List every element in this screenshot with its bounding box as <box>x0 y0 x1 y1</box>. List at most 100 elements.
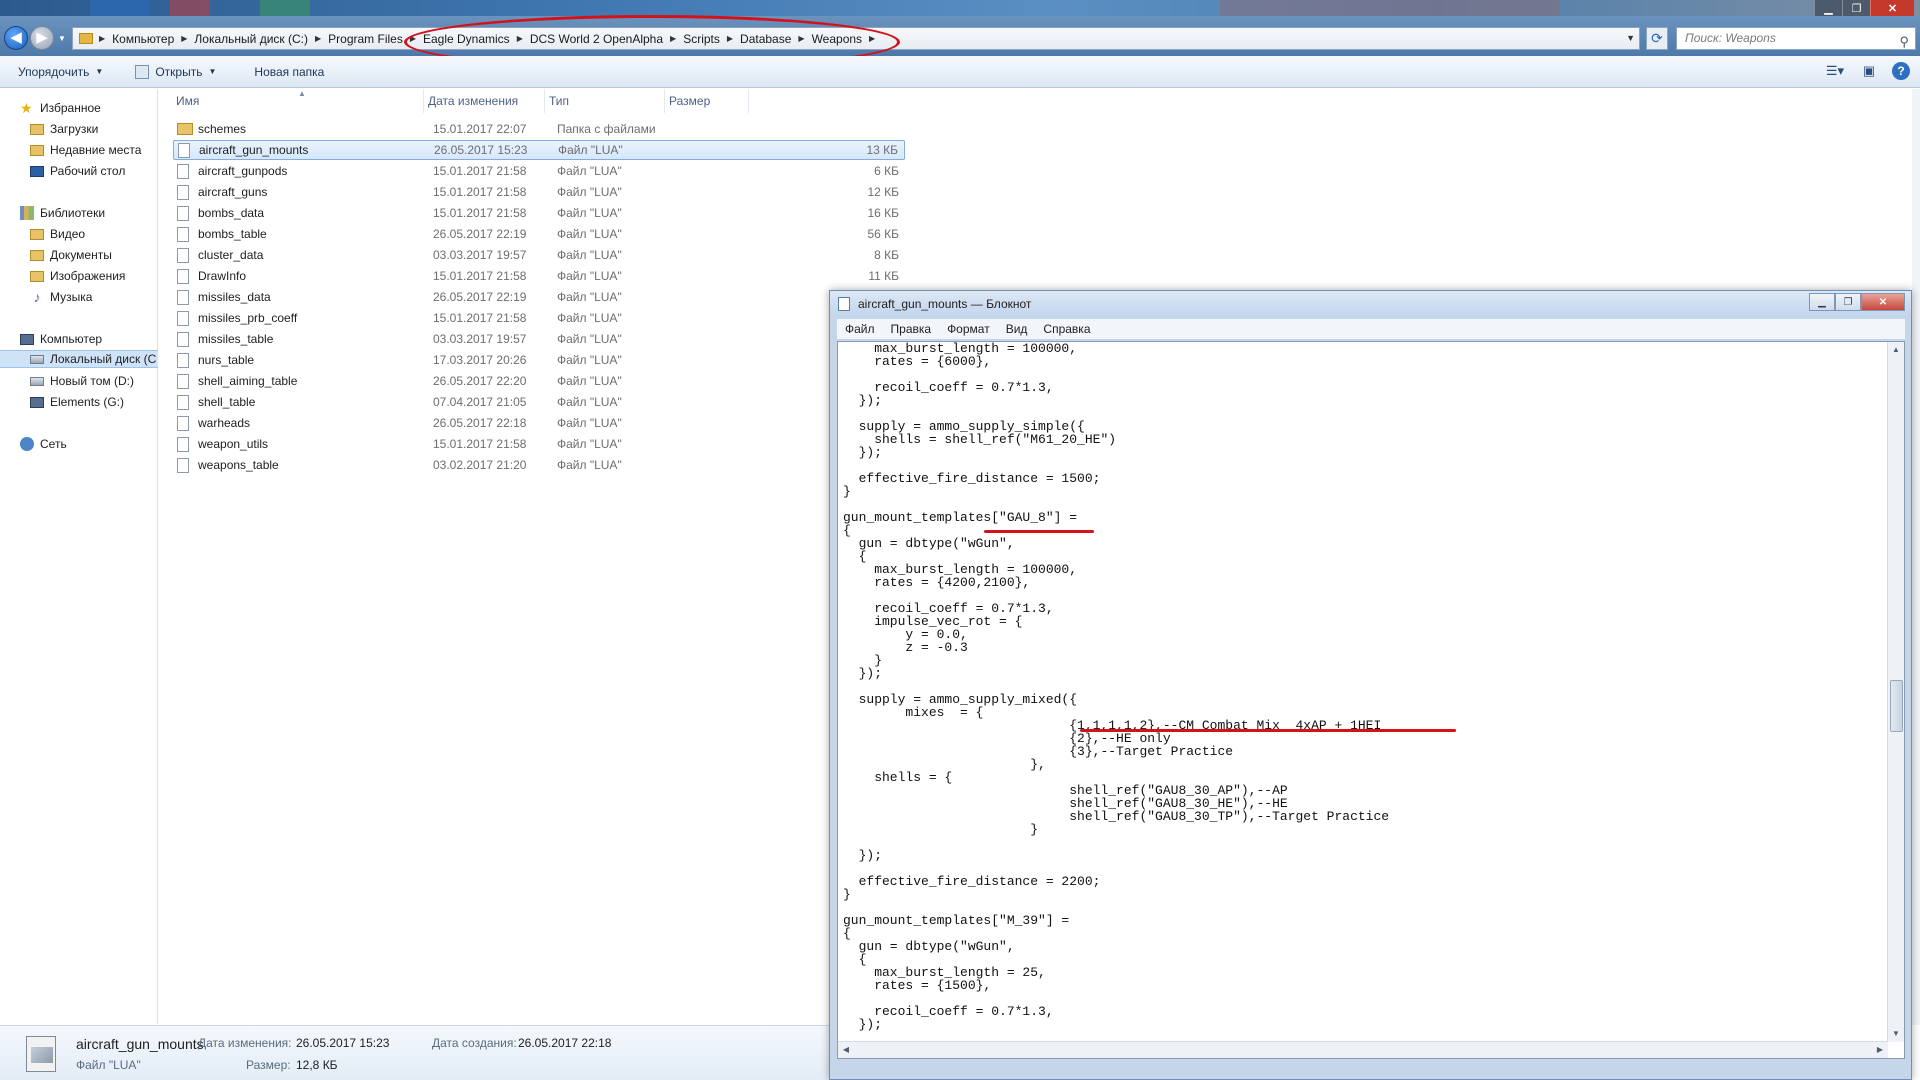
column-size[interactable]: Размер <box>665 89 749 113</box>
file-date: 03.03.2017 19:57 <box>433 248 527 262</box>
address-bar[interactable]: ▶ Компьютер ▶ Локальный диск (C:) ▶ Progra… <box>72 27 1640 50</box>
notepad-title-bar[interactable]: aircraft_gun_mounts — Блокнот ▁ ❐ ✕ <box>830 291 1911 317</box>
nav-item-local-disk-c[interactable]: Локальный диск (C <box>0 350 158 368</box>
nav-item-drive-g[interactable]: Elements (G:) <box>0 393 158 411</box>
file-type: Файл "LUA" <box>557 206 622 220</box>
column-name[interactable]: Имя ▲ <box>159 89 424 113</box>
help-icon[interactable]: ? <box>1892 62 1910 80</box>
nav-computer[interactable]: Компьютер <box>0 330 158 348</box>
table-row[interactable]: bombs_data 15.01.2017 21:58 Файл "LUA" 16 К… <box>173 203 905 223</box>
explorer-scrollbar[interactable] <box>1912 89 1920 1025</box>
menu-file[interactable]: Файл <box>837 322 883 336</box>
nav-network[interactable]: Сеть <box>0 435 158 453</box>
table-row[interactable]: nurs_table17.03.2017 20:26Файл "LUA"26 К… <box>173 350 905 370</box>
scroll-left-icon[interactable]: ◀ <box>838 1042 854 1058</box>
organize-button[interactable]: Упорядочить ▼ <box>0 60 115 84</box>
breadcrumb-scripts[interactable]: Scripts ▶ <box>683 32 740 46</box>
open-button[interactable]: Открыть ▼ <box>123 60 228 84</box>
table-row[interactable]: weapon_utils15.01.2017 21:58Файл "LUA"2 … <box>173 434 905 454</box>
breadcrumb-program-files[interactable]: Program Files <box>328 32 403 46</box>
search-input[interactable]: Поиск: Weapons ⚲ <box>1676 27 1916 50</box>
file-icon <box>177 352 189 368</box>
star-icon: ★ <box>20 100 33 116</box>
table-row[interactable]: DrawInfo 15.01.2017 21:58 Файл "LUA" 11 КБ <box>173 266 905 286</box>
close-button[interactable]: ✕ <box>1870 0 1914 16</box>
file-icon <box>177 163 189 179</box>
menu-view[interactable]: Вид <box>998 322 1036 336</box>
nav-item-music[interactable]: ♪ Музыка <box>0 288 158 306</box>
file-icon <box>177 184 189 200</box>
code-line: } <box>843 887 851 902</box>
table-row[interactable]: aircraft_gun_mounts 26.05.2017 15:23 Файл … <box>173 140 905 160</box>
table-row[interactable]: weapons_table03.02.2017 21:20Файл "LUA"3… <box>173 455 905 475</box>
table-row[interactable]: missiles_table 03.03.2017 19:57 Файл "LUA"… <box>173 329 905 349</box>
nav-item-recent-places[interactable]: Недавние места <box>0 141 158 159</box>
file-type: Файл "LUA" <box>557 374 622 388</box>
column-date[interactable]: Дата изменения <box>424 89 545 113</box>
notepad-vertical-scrollbar[interactable]: ▲ ▼ <box>1887 342 1904 1042</box>
nav-item-downloads[interactable]: Загрузки <box>0 120 158 138</box>
table-row[interactable]: missiles_data26.05.2017 22:19Файл "LUA"1… <box>173 287 905 307</box>
breadcrumb-local-disk[interactable]: Локальный диск (C:) ▶ <box>194 32 328 46</box>
breadcrumb-dcs-world[interactable]: DCS World 2 OpenAlpha ▶ <box>530 32 683 46</box>
details-size-value: 12,8 КБ <box>296 1058 338 1072</box>
notepad-horizontal-scrollbar[interactable]: ◀ ▶ <box>838 1041 1888 1058</box>
table-row[interactable]: missiles_prb_coeff 15.01.2017 21:58 Файл "… <box>173 308 905 328</box>
breadcrumb-computer[interactable]: Компьютер ▶ <box>112 32 194 46</box>
details-file-type: Файл "LUA" <box>76 1058 141 1072</box>
breadcrumb-eagle-dynamics[interactable]: Eagle Dynamics ▶ <box>423 32 530 46</box>
menu-help[interactable]: Справка <box>1035 322 1098 336</box>
notepad-text-area[interactable]: max_burst_length = 100000, rates = {6000… <box>837 341 1905 1059</box>
file-name: aircraft_gun_mounts <box>199 143 309 157</box>
code-line: rates = {6000}, <box>843 354 992 369</box>
breadcrumb-separator[interactable]: ▶ <box>403 34 423 43</box>
details-modified-value: 26.05.2017 15:23 <box>296 1036 390 1050</box>
nav-item-video[interactable]: Видео <box>0 225 158 243</box>
menu-format[interactable]: Формат <box>939 322 998 336</box>
table-row[interactable]: aircraft_gunpods 15.01.2017 21:58 Файл "LU… <box>173 161 905 181</box>
refresh-button[interactable]: ⟳ <box>1646 27 1668 50</box>
file-preview-icon <box>26 1036 56 1072</box>
table-row[interactable]: warheads26.05.2017 22:18Файл "LUA"31 КБ <box>173 413 905 433</box>
column-type[interactable]: Тип <box>545 89 665 113</box>
minimize-button[interactable]: ▁ <box>1814 0 1842 16</box>
file-icon <box>177 331 189 347</box>
file-type: Файл "LUA" <box>557 290 622 304</box>
table-row[interactable]: schemes 15.01.2017 22:07 Папка с файлами <box>173 119 905 139</box>
nav-libraries[interactable]: Библиотеки <box>0 204 158 222</box>
table-row[interactable]: bombs_table 26.05.2017 22:19 Файл "LUA" 56 … <box>173 224 905 244</box>
notepad-minimize-button[interactable]: ▁ <box>1809 293 1835 311</box>
notepad-title: aircraft_gun_mounts — Блокнот <box>858 297 1032 311</box>
menu-edit[interactable]: Правка <box>883 322 940 336</box>
preview-pane-icon[interactable]: ▣ <box>1858 60 1880 82</box>
nav-item-documents[interactable]: Документы <box>0 246 158 264</box>
nav-item-desktop[interactable]: Рабочий стол <box>0 162 158 180</box>
nav-favorites[interactable]: ★ Избранное <box>0 99 158 117</box>
table-row[interactable]: aircraft_guns 15.01.2017 21:58 Файл "LUA" 1… <box>173 182 905 202</box>
scroll-down-icon[interactable]: ▼ <box>1888 1026 1904 1042</box>
table-row[interactable]: shell_table07.04.2017 21:05Файл "LUA"46 … <box>173 392 905 412</box>
back-button[interactable]: ◀ <box>4 26 28 50</box>
chevron-down-icon[interactable]: ▼ <box>1626 33 1635 43</box>
breadcrumb-database[interactable]: Database ▶ <box>740 32 812 46</box>
nav-item-pictures[interactable]: Изображения <box>0 267 158 285</box>
scroll-right-icon[interactable]: ▶ <box>1872 1042 1888 1058</box>
new-folder-button[interactable]: Новая папка <box>242 60 336 84</box>
file-icon <box>177 415 189 431</box>
maximize-button[interactable]: ❐ <box>1842 0 1870 16</box>
table-row[interactable]: shell_aiming_table 26.05.2017 22:20 Файл "… <box>173 371 905 391</box>
history-dropdown-icon[interactable]: ▼ <box>58 34 66 43</box>
scroll-up-icon[interactable]: ▲ <box>1888 342 1904 358</box>
scroll-thumb[interactable] <box>1890 680 1903 732</box>
table-row[interactable]: cluster_data 03.03.2017 19:57 Файл "LUA" 8 … <box>173 245 905 265</box>
details-created-label: Дата создания: <box>432 1036 517 1050</box>
breadcrumb-weapons[interactable]: Weapons ▶ <box>812 32 883 46</box>
breadcrumb-separator[interactable]: ▶ <box>99 34 112 43</box>
file-name: warheads <box>198 416 251 430</box>
notepad-close-button[interactable]: ✕ <box>1861 293 1905 311</box>
desktop-icon <box>30 165 44 177</box>
forward-button[interactable]: ▶ <box>30 26 54 50</box>
notepad-maximize-button[interactable]: ❐ <box>1835 293 1861 311</box>
view-options-icon[interactable]: ☰▾ <box>1824 60 1846 82</box>
nav-item-drive-d[interactable]: Новый том (D:) <box>0 372 158 390</box>
